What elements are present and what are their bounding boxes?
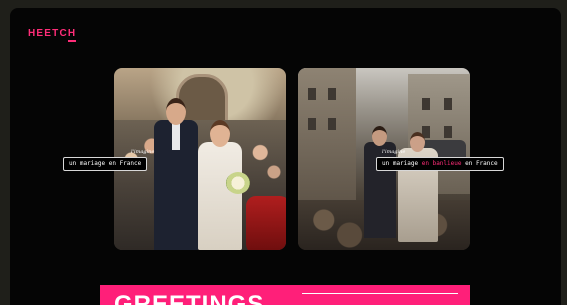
prompt-caption-left: un mariage en France xyxy=(63,157,148,171)
groom-figure xyxy=(154,98,198,250)
prompt-tag-left: l'imagine xyxy=(131,149,155,155)
building-left xyxy=(298,68,356,218)
brand-logo: HEETCH xyxy=(28,28,77,42)
caption-text: un mariage en France xyxy=(69,160,142,167)
caption-text-end: en France xyxy=(461,160,498,167)
groom-figure xyxy=(364,126,396,238)
banner-divider xyxy=(302,293,458,294)
prompt-caption-right: un mariage en banlieue en France xyxy=(376,157,504,171)
bouquet xyxy=(226,172,250,194)
slide-canvas: HEETCH l'imagine un mariage en France l'… xyxy=(10,8,561,305)
banner-title: GREETINGS xyxy=(114,291,265,305)
presentation-frame: HEETCH l'imagine un mariage en France l'… xyxy=(0,0,567,305)
prompt-tag-right: l'imagine xyxy=(382,149,406,155)
greetings-banner: GREETINGS xyxy=(100,285,470,305)
red-car xyxy=(246,196,286,250)
brand-name: HEETCH xyxy=(28,28,77,39)
caption-highlight: en banlieue xyxy=(421,160,462,167)
caption-text-start: un mariage xyxy=(382,160,422,167)
brand-underline xyxy=(68,40,76,42)
